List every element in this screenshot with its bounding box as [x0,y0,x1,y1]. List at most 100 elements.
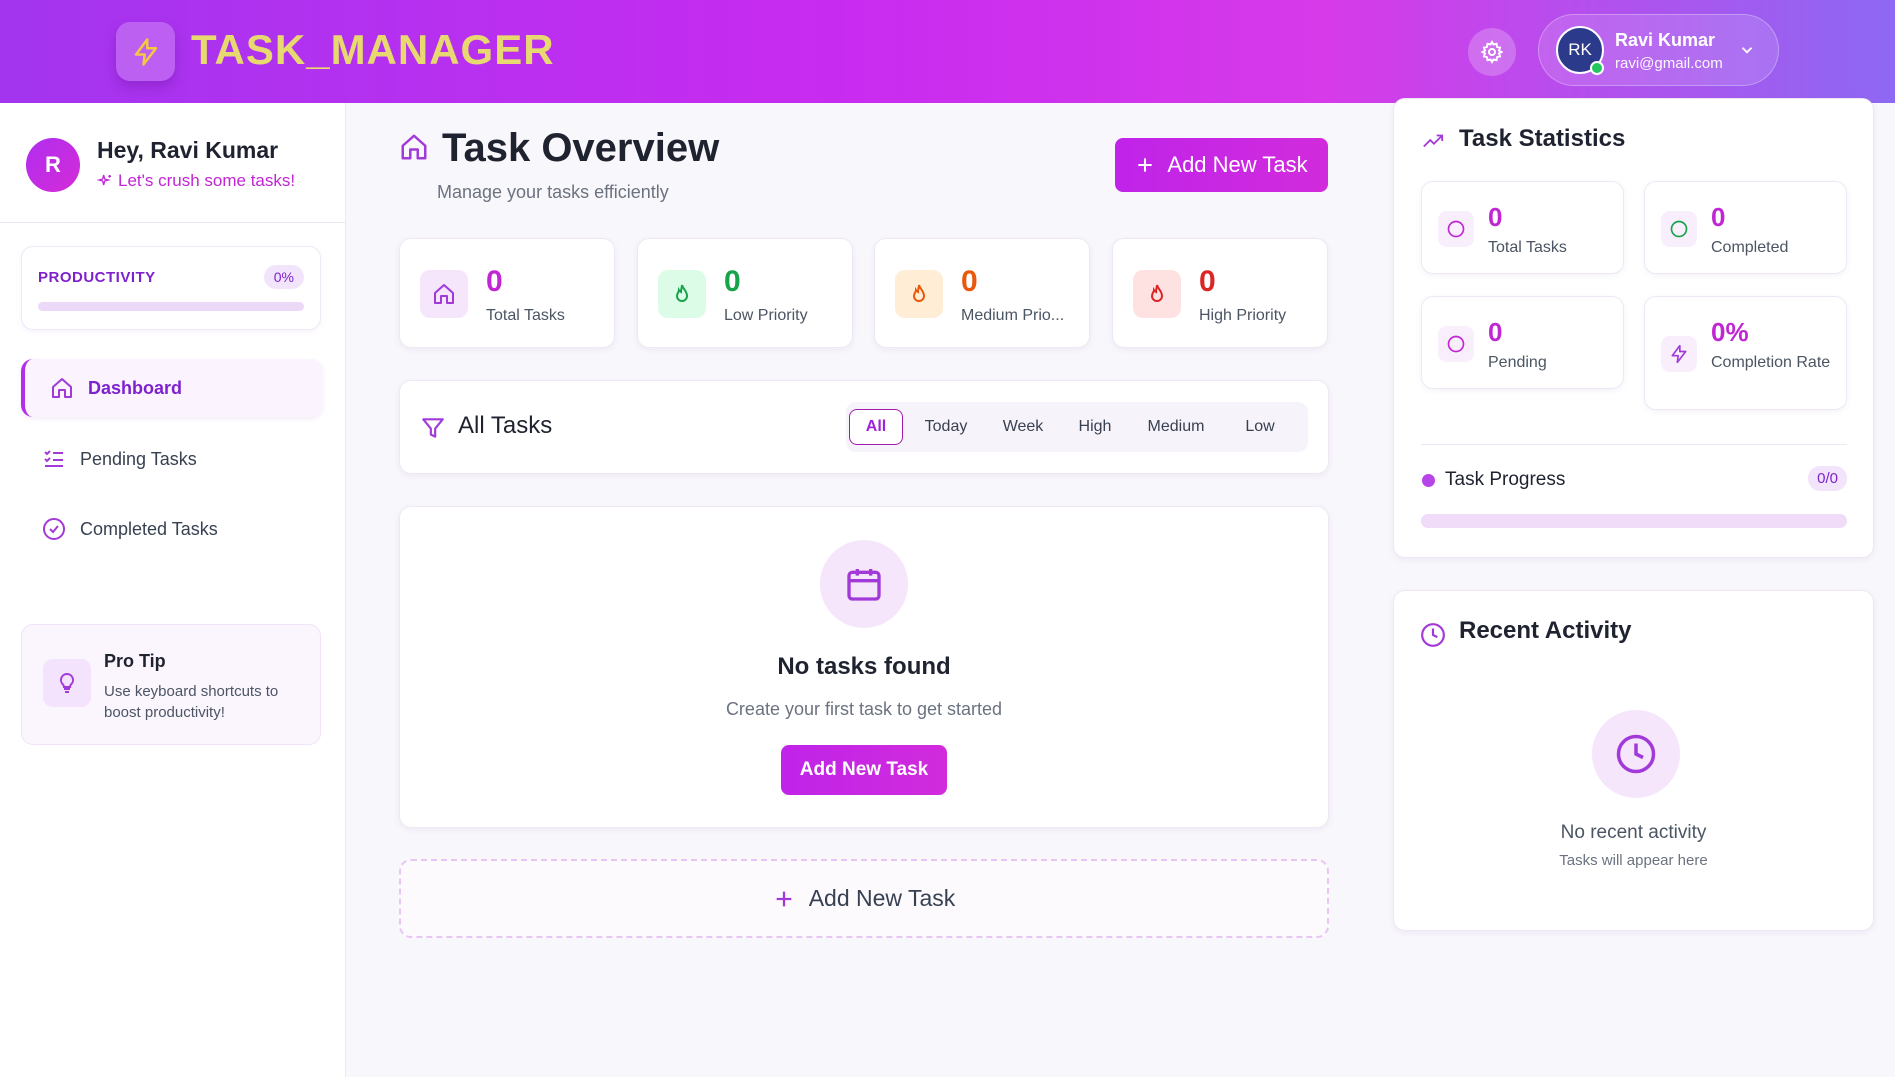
empty-title: No tasks found [777,653,951,680]
filter-title: All Tasks [458,412,553,439]
stat-icon-box [1438,326,1474,362]
stat-label: Pending [1488,354,1547,371]
add-new-task-button[interactable]: Add New Task [781,745,947,795]
filter-tab-low[interactable]: Low [1229,409,1291,445]
task-filter-bar: All Tasks All Today Week High Medium Low [399,380,1329,474]
user-email: ravi@gmail.com [1615,55,1723,72]
plus-icon [776,891,792,906]
avatar: R [26,138,80,192]
task-progress-bar [1421,514,1847,528]
filter-tab-medium[interactable]: Medium [1134,409,1218,445]
filter-tabs: All Today Week High Medium Low [846,402,1308,452]
task-progress-count: 0/0 [1808,466,1847,491]
home-icon [401,134,427,160]
stat-value: 0 [1711,202,1726,232]
sidebar-item-pending-tasks[interactable]: Pending Tasks [21,430,323,488]
filter-tab-week[interactable]: Week [991,409,1055,445]
flame-icon [1150,284,1164,302]
home-icon [434,284,454,304]
productivity-percent: 0% [263,265,304,289]
logo-badge[interactable] [116,22,175,81]
tip-icon-box [43,659,91,707]
statistics-title: Task Statistics [1459,125,1626,152]
stat-value: 0 [1488,202,1503,232]
check-circle-icon [43,518,65,540]
productivity-card: PRODUCTIVITY 0% [21,246,321,330]
user-menu[interactable]: RK Ravi Kumar ravi@gmail.com [1538,14,1779,86]
stat-label: Completed [1711,239,1789,256]
page-subtitle: Manage your tasks efficiently [437,182,669,202]
user-name: Ravi Kumar [1615,30,1716,50]
stat-value: 0 [486,265,503,298]
sidebar-item-completed-tasks[interactable]: Completed Tasks [21,500,323,558]
productivity-bar [38,302,304,311]
stat-value: 0 [724,265,741,298]
stat-icon-box [658,270,706,318]
stat-label: Total Tasks [486,307,565,324]
sidebar-item-label: Completed Tasks [80,518,218,539]
stat-card-total-tasks: 0 Total Tasks [399,238,615,348]
add-new-task-label: Add New Task [1167,152,1308,177]
add-new-task-button[interactable]: Add New Task [1115,138,1328,192]
flame-icon [675,284,689,302]
page-title: Task Overview [442,126,720,170]
gear-icon [1480,40,1504,64]
stat-mini-total-tasks: 0 Total Tasks [1421,181,1624,274]
task-progress-label: Task Progress [1445,469,1566,490]
no-activity-subtitle: Tasks will appear here [1559,852,1708,869]
stat-label: High Priority [1199,307,1287,324]
home-icon [52,378,72,398]
stat-icon-box [895,270,943,318]
tagline-text: Let's crush some tasks! [118,171,296,190]
sidebar-user: R Hey, Ravi Kumar Let's crush some tasks… [0,103,345,223]
circle-icon [1447,220,1465,238]
stat-label: Low Priority [724,307,808,324]
filter-tab-high[interactable]: High [1066,409,1124,445]
lightning-icon [1671,344,1687,364]
add-new-task-label: Add New Task [808,885,956,911]
stat-label: Completion Rate [1711,354,1831,371]
activity-icon-circle [1592,710,1680,798]
empty-tasks-card: No tasks found Create your first task to… [399,506,1329,828]
circle-icon [1447,335,1465,353]
stat-value: 0 [1199,265,1216,298]
pro-tip-card: Pro Tip Use keyboard shortcuts to boost … [21,624,321,745]
stat-value: 0% [1711,317,1749,347]
settings-button[interactable] [1468,28,1516,76]
stat-icon-box [1661,336,1697,372]
task-statistics-panel: Task Statistics 0 Total Tasks 0 Complete… [1393,98,1874,558]
filter-tab-today[interactable]: Today [911,409,981,445]
calendar-icon [847,569,881,601]
clock-icon [1421,623,1445,647]
sidebar-item-label: Dashboard [88,377,183,398]
stat-icon-box [1438,211,1474,247]
stat-label: Total Tasks [1488,239,1567,256]
productivity-label: PRODUCTIVITY [38,269,156,286]
divider [1421,444,1847,445]
plus-icon [1138,158,1153,172]
stat-mini-completed: 0 Completed [1644,181,1847,274]
sidebar: R Hey, Ravi Kumar Let's crush some tasks… [0,103,346,1077]
stat-mini-pending: 0 Pending [1421,296,1624,389]
filter-tab-all[interactable]: All [849,409,903,445]
stat-mini-completion-rate: 0% Completion Rate [1644,296,1847,410]
tagline: Let's crush some tasks! [97,171,295,191]
lightning-icon [134,37,157,66]
sparkle-icon [97,174,111,186]
stat-value: 0 [961,265,978,298]
sidebar-item-dashboard[interactable]: Dashboard [21,359,323,417]
app-title: TASK_MANAGER [191,26,555,73]
list-check-icon [44,450,63,467]
no-activity-title: No recent activity [1560,822,1707,843]
stat-card-medium-priority: 0 Medium Prio... [874,238,1090,348]
stat-label: Medium Prio... [961,307,1065,324]
circle-icon [1670,220,1688,238]
stat-icon-box [420,270,468,318]
add-new-task-dashed-button[interactable]: Add New Task [399,859,1329,938]
recent-activity-panel: Recent Activity No recent activity Tasks… [1393,590,1874,931]
empty-icon-circle [820,540,908,628]
online-status-dot [1590,61,1604,75]
stat-card-high-priority: 0 High Priority [1112,238,1328,348]
filter-icon [422,418,444,438]
stat-card-low-priority: 0 Low Priority [637,238,853,348]
